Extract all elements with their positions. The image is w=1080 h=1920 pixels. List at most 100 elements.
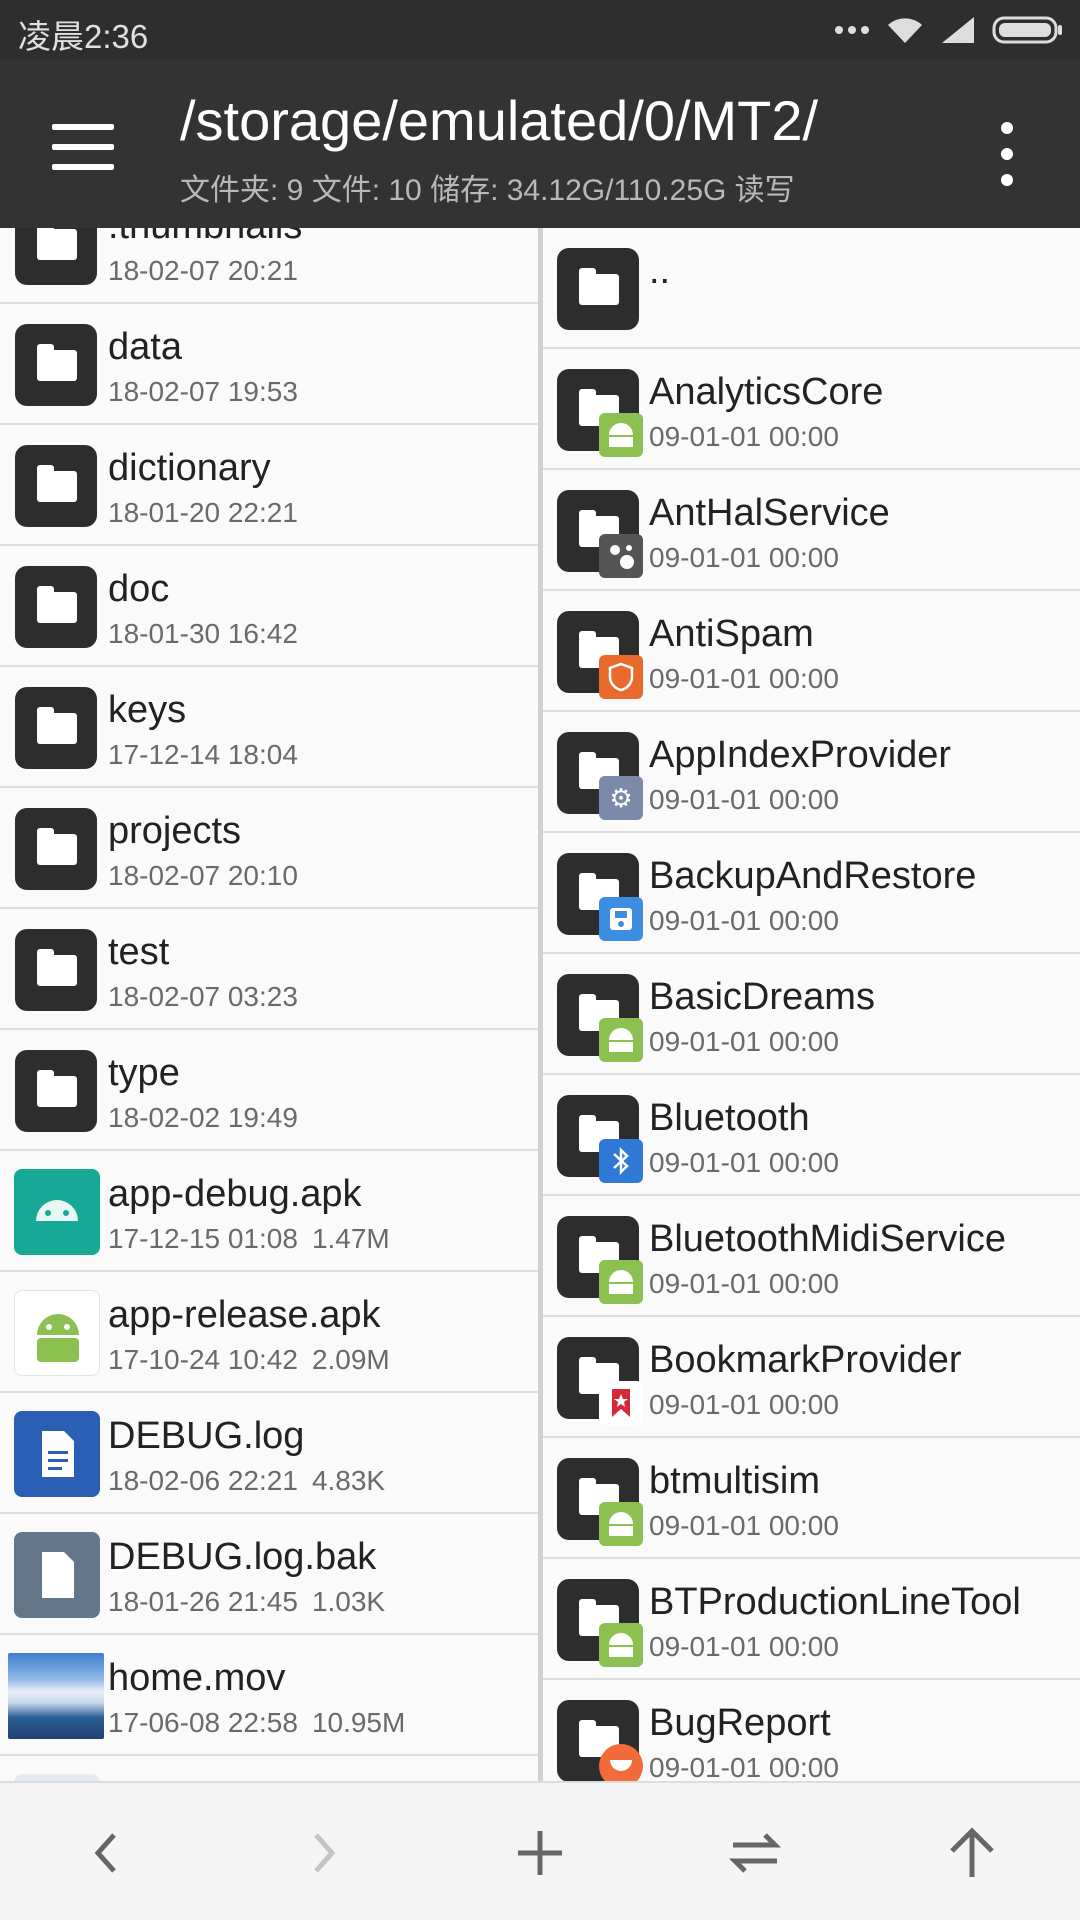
hamburger-menu-icon[interactable] — [44, 120, 124, 180]
list-item[interactable]: ⚙ AppIndexProvider 09-01-01 00:00 — [543, 712, 1080, 833]
back-icon[interactable] — [78, 1823, 138, 1883]
list-item[interactable]: dictionary 18-01-20 22:21 — [0, 425, 538, 546]
file-name: DEBUG.log.bak — [108, 1536, 377, 1578]
bluetooth-icon — [599, 1139, 643, 1183]
file-size: 10.95M — [311, 1707, 406, 1738]
status-time: 凌晨2:36 — [18, 18, 149, 55]
folder-icon — [557, 1095, 643, 1183]
file-date: 09-01-01 00:00 — [649, 1026, 839, 1057]
android-icon — [599, 1502, 643, 1546]
bottom-toolbar — [0, 1781, 1080, 1920]
file-name: doc — [108, 568, 170, 610]
list-item-parent[interactable]: .. — [543, 228, 1080, 349]
folder-icon — [15, 228, 97, 285]
android-icon — [599, 1018, 643, 1062]
right-file-pane[interactable]: .. AnalyticsCore 09-01-01 00:00 AntHalSe… — [543, 228, 1080, 1781]
list-item[interactable]: DEBUG.log 18-02-06 22:21 4.83K — [0, 1393, 538, 1514]
file-date: 18-01-26 21:45 — [108, 1586, 298, 1617]
floppy-icon — [599, 897, 643, 941]
list-item[interactable]: keys 17-12-14 18:04 — [0, 667, 538, 788]
add-icon[interactable] — [510, 1823, 570, 1883]
file-date: 09-01-01 00:00 — [649, 784, 839, 815]
folder-icon — [557, 853, 643, 941]
file-name: BluetoothMidiService — [649, 1218, 1006, 1260]
left-file-pane[interactable]: .thumbnails 18-02-07 20:21 data 18-02-07… — [0, 228, 538, 1781]
folder-icon — [15, 808, 97, 890]
list-item[interactable]: AntHalService 09-01-01 00:00 — [543, 470, 1080, 591]
list-item[interactable]: data 18-02-07 19:53 — [0, 304, 538, 425]
file-icon — [14, 1774, 100, 1781]
file-date: 09-01-01 00:00 — [649, 663, 839, 694]
status-bar: 凌晨2:36 — [0, 0, 1080, 60]
file-date: 18-02-07 20:10 — [108, 860, 298, 891]
list-item[interactable]: BugReport 09-01-01 00:00 — [543, 1680, 1080, 1781]
file-name: .. — [649, 250, 671, 292]
app-bar: /storage/emulated/0/MT2/ 文件夹: 9 文件: 10 储… — [0, 60, 1080, 228]
video-thumbnail — [8, 1653, 104, 1739]
list-item[interactable]: test 18-02-07 03:23 — [0, 909, 538, 1030]
list-item[interactable]: Bluetooth 09-01-01 00:00 — [543, 1075, 1080, 1196]
file-date: 09-01-01 00:00 — [649, 1389, 839, 1420]
file-name: data — [108, 326, 182, 368]
up-icon[interactable] — [942, 1823, 1002, 1883]
folder-icon — [15, 324, 97, 406]
list-item[interactable]: DEBUG.log.bak 18-01-26 21:45 1.03K — [0, 1514, 538, 1635]
file-name: Bluetooth — [649, 1097, 810, 1139]
file-name: AntiSpam — [649, 613, 814, 655]
file-date: 09-01-01 00:00 — [649, 1268, 839, 1299]
file-date: 18-01-20 22:21 — [108, 497, 298, 528]
file-name: dictionary — [108, 447, 271, 489]
folder-icon — [15, 1050, 97, 1132]
list-item[interactable]: BTProductionLineTool 09-01-01 00:00 — [543, 1559, 1080, 1680]
list-item[interactable]: app-release.apk 17-10-24 10:42 2.09M — [0, 1272, 538, 1393]
list-item[interactable]: doc 18-01-30 16:42 — [0, 546, 538, 667]
current-path[interactable]: /storage/emulated/0/MT2/ — [180, 88, 818, 153]
list-item[interactable]: projects 18-02-07 20:10 — [0, 788, 538, 909]
folder-icon — [557, 1579, 643, 1667]
list-item[interactable]: BluetoothMidiService 09-01-01 00:00 — [543, 1196, 1080, 1317]
file-date: 09-01-01 00:00 — [649, 1752, 839, 1781]
file-date: 17-12-15 01:08 — [108, 1223, 298, 1254]
file-size: 4.83K — [311, 1465, 386, 1496]
list-item[interactable]: .thumbnails 18-02-07 20:21 — [0, 228, 538, 304]
list-item[interactable]: BackupAndRestore 09-01-01 00:00 — [543, 833, 1080, 954]
list-item[interactable]: btmultisim 09-01-01 00:00 — [543, 1438, 1080, 1559]
list-item[interactable] — [0, 1756, 538, 1781]
list-item[interactable]: AntiSpam 09-01-01 00:00 — [543, 591, 1080, 712]
bug-report-icon — [599, 1744, 643, 1781]
android-icon — [599, 413, 643, 457]
file-name: type — [108, 1052, 180, 1094]
list-item[interactable]: app-debug.apk 17-12-15 01:08 1.47M — [0, 1151, 538, 1272]
wifi-icon — [888, 18, 922, 43]
android-apk-icon — [14, 1290, 100, 1376]
file-date: 09-01-01 00:00 — [649, 542, 839, 573]
folder-icon — [557, 974, 643, 1062]
android-icon — [599, 1260, 643, 1304]
overflow-menu-icon[interactable] — [992, 112, 1022, 196]
file-date: 18-01-30 16:42 — [108, 618, 298, 649]
file-name: projects — [108, 810, 242, 852]
swap-icon[interactable] — [725, 1823, 785, 1883]
share-nodes-icon — [599, 534, 643, 578]
android-apk-icon — [14, 1169, 100, 1255]
folder-icon — [557, 1216, 643, 1304]
gear-icon: ⚙ — [599, 776, 643, 820]
file-date: 09-01-01 00:00 — [649, 905, 839, 936]
file-size: 1.47M — [311, 1223, 390, 1254]
file-name: .thumbnails — [108, 228, 302, 248]
list-item[interactable]: BookmarkProvider 09-01-01 00:00 — [543, 1317, 1080, 1438]
folder-icon — [557, 1700, 643, 1781]
more-dots-icon — [835, 26, 869, 34]
list-item[interactable]: home.mov 17-06-08 22:58 10.95M — [0, 1635, 538, 1756]
file-date: 09-01-01 00:00 — [649, 1631, 839, 1662]
bookmark-icon — [599, 1381, 643, 1425]
file-date: 17-10-24 10:42 — [108, 1344, 298, 1375]
list-item[interactable]: AnalyticsCore 09-01-01 00:00 — [543, 349, 1080, 470]
file-name: AppIndexProvider — [649, 734, 952, 776]
folder-icon — [15, 445, 97, 527]
file-name: DEBUG.log — [108, 1415, 305, 1457]
list-item[interactable]: type 18-02-02 19:49 — [0, 1030, 538, 1151]
list-item[interactable]: BasicDreams 09-01-01 00:00 — [543, 954, 1080, 1075]
file-date: 09-01-01 00:00 — [649, 421, 839, 452]
forward-icon[interactable] — [292, 1823, 352, 1883]
